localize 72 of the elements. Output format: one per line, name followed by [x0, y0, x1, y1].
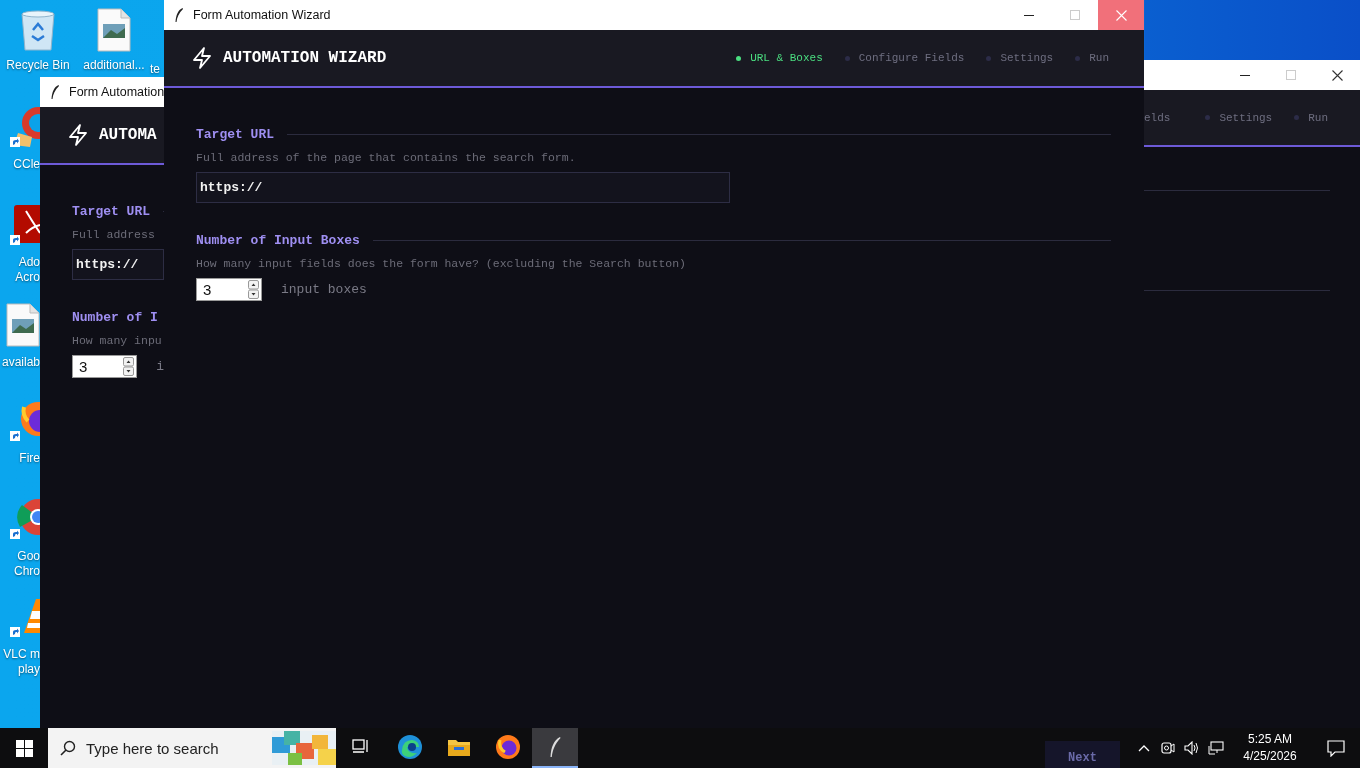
spinner-arrows-icon[interactable] — [123, 357, 135, 376]
number-spinbox[interactable]: 3 — [196, 278, 262, 301]
step-label: URL & Boxes — [750, 52, 823, 64]
speaker-icon — [1184, 741, 1200, 755]
desktop-icon-label[interactable]: additional... — [83, 58, 145, 73]
desktop-icon-label[interactable]: Fire — [19, 451, 40, 466]
chevron-up-icon — [1138, 744, 1150, 752]
feather-icon — [549, 736, 561, 758]
image-file-icon — [6, 303, 40, 347]
minimize-icon — [1024, 14, 1034, 16]
task-view-icon — [351, 739, 370, 755]
desktop-icon-label[interactable]: te — [150, 62, 160, 77]
step-label: Settings — [1219, 111, 1273, 124]
maximize-icon — [1286, 70, 1296, 80]
folder-icon — [446, 737, 471, 757]
app-title: AUTOMATION WIZARD — [223, 49, 387, 67]
pdf-icon — [10, 205, 40, 247]
desktop-icon-label[interactable]: Acro — [15, 270, 40, 285]
number-spinbox[interactable]: 3 — [72, 355, 138, 378]
desktop-icon-label[interactable]: Chro — [14, 564, 40, 579]
desktop-icon-label[interactable]: availab — [1, 355, 40, 370]
clock-button[interactable]: 5:25 AM 4/25/2026 — [1234, 731, 1306, 765]
feather-icon — [174, 7, 184, 23]
globe-icon — [494, 734, 521, 760]
close-icon — [1331, 69, 1343, 81]
step-label: elds — [1144, 111, 1171, 124]
maximize-icon — [1070, 10, 1080, 20]
desktop-icon-label[interactable]: Recycle Bin — [6, 58, 70, 73]
url-field[interactable]: https:// — [196, 172, 730, 203]
desktop-icon-label[interactable]: Ado — [18, 255, 40, 270]
window-title: Form Automation Wizard — [193, 8, 331, 22]
desktop-icon-label[interactable]: VLC m — [3, 647, 40, 662]
spinner-arrows-icon[interactable] — [248, 280, 259, 299]
field-description: Full address — [72, 228, 156, 241]
network-icon — [1208, 741, 1224, 755]
minimize-icon — [1240, 74, 1250, 76]
section-heading: Number of I — [72, 309, 158, 325]
unit-label: input boxes — [281, 282, 367, 297]
step-label: Run — [1089, 52, 1109, 64]
lightning-icon — [68, 124, 88, 146]
window-title: Form Automation — [69, 85, 164, 99]
feather-icon — [50, 84, 60, 100]
unit-label: i — [156, 359, 164, 374]
search-field[interactable]: Type here to search — [48, 728, 336, 768]
recycle-bin-icon — [18, 8, 58, 52]
app-title: AUTOMA — [99, 126, 157, 144]
step-label: Settings — [1000, 52, 1054, 64]
next-button[interactable]: Next — [1045, 741, 1120, 768]
taskbar-button[interactable] — [532, 728, 578, 768]
url-field[interactable]: https:// — [72, 249, 164, 280]
field-description: How many inpu — [72, 334, 163, 347]
search-icon — [60, 740, 76, 756]
search-placeholder: Type here to search — [86, 739, 220, 757]
windows-logo-icon — [15, 739, 33, 757]
field-description: Full address of the page that contains the search form. — [196, 151, 577, 164]
section-heading: Target URL — [72, 203, 150, 219]
step-label: Configure Fields — [858, 52, 965, 64]
section-heading: Number of Input Boxes — [196, 232, 360, 248]
swirl-icon — [396, 734, 423, 760]
clock-date: 4/25/2026 — [1243, 748, 1297, 765]
desktop-icon-label[interactable]: play — [18, 662, 40, 677]
field-description: How many input fields does the form have? (excluding the Search button) — [196, 257, 687, 270]
camera-icon — [1161, 741, 1175, 755]
section-heading: Target URL — [196, 126, 274, 142]
close-icon — [1115, 9, 1127, 21]
clock-time: 5:25 AM — [1248, 731, 1292, 748]
desktop-icon-label[interactable]: CCle — [13, 157, 40, 172]
speech-bubble-icon — [1327, 739, 1345, 757]
lightning-icon — [192, 47, 212, 69]
image-file-icon — [97, 8, 131, 52]
step-label: Run — [1308, 111, 1328, 124]
desktop-icon-label[interactable]: Goo — [17, 549, 40, 564]
